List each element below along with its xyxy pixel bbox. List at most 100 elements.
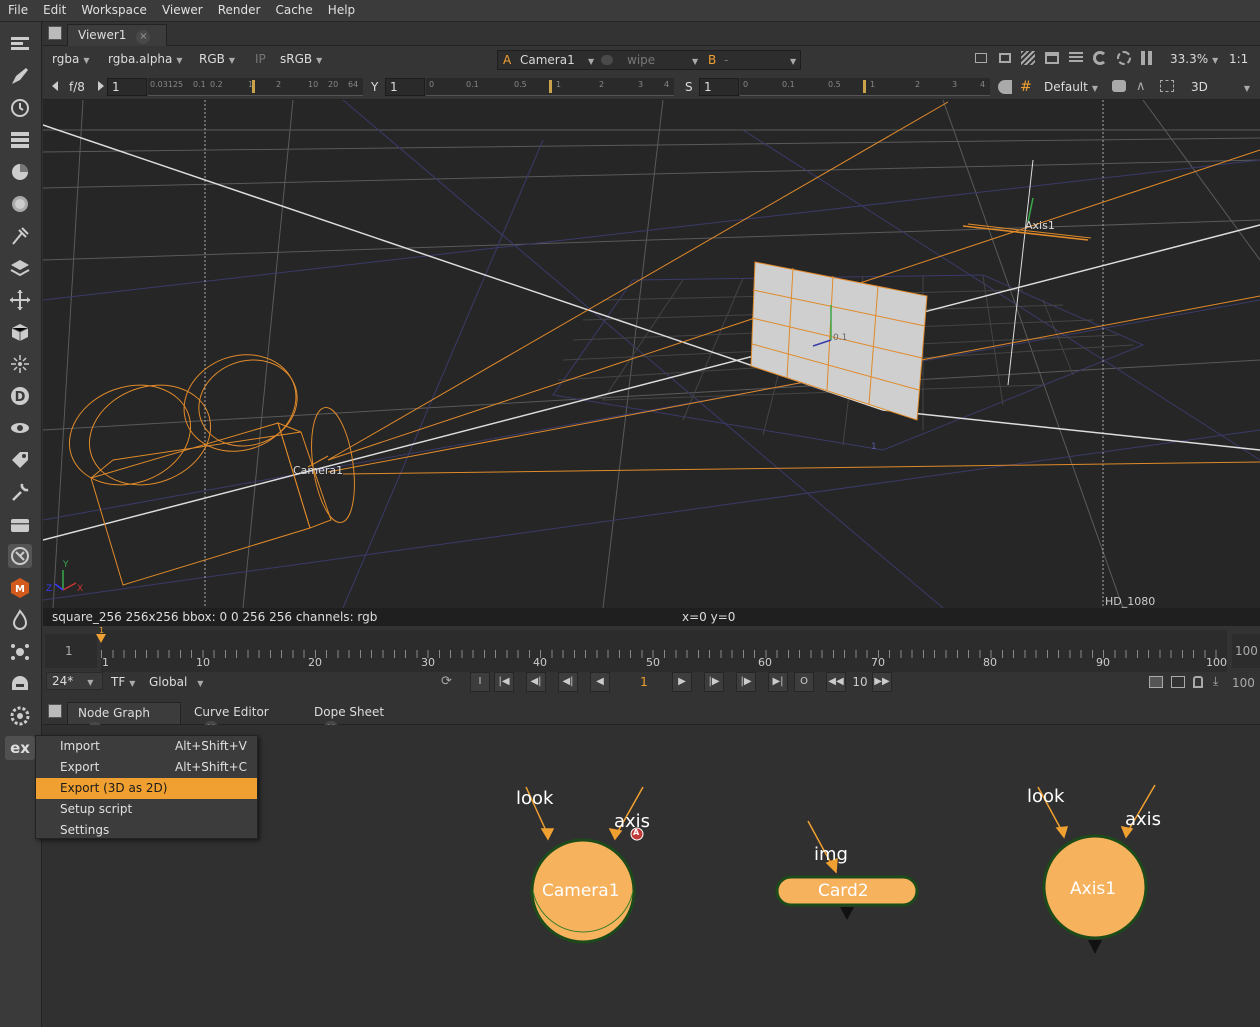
- timeline-slider[interactable]: 1 10 20 30 40 50 60 70 80 90 100 1: [96, 626, 1227, 672]
- capture-icon[interactable]: [1171, 676, 1185, 688]
- menu-help[interactable]: Help: [320, 0, 362, 17]
- fstop-up-icon[interactable]: [98, 81, 104, 91]
- menu-cache[interactable]: Cache: [267, 0, 319, 17]
- input-a-select[interactable]: Camera1: [520, 53, 575, 67]
- input-b-select[interactable]: -: [724, 53, 728, 67]
- fstop-down-icon[interactable]: [52, 81, 58, 91]
- pane-menu-icon[interactable]: [48, 26, 62, 40]
- fire-icon[interactable]: [8, 608, 32, 632]
- time-icon[interactable]: [8, 96, 32, 120]
- menu-edit[interactable]: Edit: [35, 0, 73, 17]
- ex-toolbar-button[interactable]: ex: [5, 736, 35, 760]
- flipbook-icon[interactable]: [1149, 676, 1163, 688]
- play-forward-icon[interactable]: ▶: [672, 672, 692, 692]
- zoom-select[interactable]: 33.3% ▼: [1170, 50, 1218, 70]
- menu-file[interactable]: File: [0, 0, 35, 17]
- start-frame-field[interactable]: 1: [45, 634, 97, 668]
- gamma-slider[interactable]: 0 0.1 0.5 1 2 3 4: [426, 78, 674, 96]
- play-backward-icon[interactable]: ◀: [590, 672, 610, 692]
- curve-icon[interactable]: ∧: [1136, 79, 1146, 94]
- step-back-icon[interactable]: ◀|: [558, 672, 578, 692]
- filter-icon[interactable]: [8, 192, 32, 216]
- saturation-slider[interactable]: 0 0.1 0.5 1 2 3 4: [740, 78, 990, 96]
- colorspace-select[interactable]: sRGB ▼: [280, 50, 322, 70]
- menu-item-settings[interactable]: Settings: [36, 820, 257, 841]
- next-keyframe-icon[interactable]: |▶: [736, 672, 756, 692]
- wipe-toggle-icon[interactable]: [601, 55, 613, 65]
- roi-icon[interactable]: [975, 53, 987, 63]
- m-plugin-icon[interactable]: M: [8, 576, 32, 600]
- channel-icon[interactable]: [8, 128, 32, 152]
- saturation-input[interactable]: 1: [699, 78, 739, 96]
- furnace-icon[interactable]: [8, 544, 32, 568]
- merge-icon[interactable]: [8, 256, 32, 280]
- viewer-3d-viewport[interactable]: Camera1 Axis1 0.1 1 HD_1080 Y X Z: [43, 100, 1260, 608]
- zebra-icon[interactable]: [1021, 51, 1035, 65]
- out-point-button[interactable]: O: [794, 672, 814, 692]
- pane-menu-icon[interactable]: [48, 704, 62, 718]
- skip-forward-icon[interactable]: ▶▶: [872, 672, 892, 692]
- wipe-select[interactable]: wipe: [627, 53, 655, 67]
- close-icon[interactable]: ×: [136, 30, 151, 44]
- other-icon[interactable]: [8, 512, 32, 536]
- camera-icon[interactable]: [1112, 80, 1126, 92]
- menu-viewer[interactable]: Viewer: [154, 0, 210, 17]
- fps-select[interactable]: 24* ▼: [46, 672, 103, 690]
- helmet-icon[interactable]: [8, 672, 32, 696]
- tab-node-graph[interactable]: Node Graph×: [67, 702, 181, 736]
- tab-curve-editor[interactable]: Curve Editor×: [184, 702, 298, 735]
- prev-keyframe-icon[interactable]: ◀|: [526, 672, 546, 692]
- pause-icon[interactable]: [1141, 51, 1145, 65]
- views-icon[interactable]: [8, 416, 32, 440]
- menu-item-export-3d-as-2d[interactable]: Export (3D as 2D): [36, 778, 257, 799]
- toolsets-icon[interactable]: [8, 480, 32, 504]
- transform-icon[interactable]: [8, 288, 32, 312]
- step-forward-icon[interactable]: |▶: [704, 672, 724, 692]
- in-point-button[interactable]: I: [470, 672, 490, 692]
- gain-slider-handle[interactable]: [252, 80, 255, 93]
- color-icon[interactable]: [8, 160, 32, 184]
- tab-dope-sheet[interactable]: Dope Sheet×: [304, 702, 414, 735]
- tf-select[interactable]: TF ▼: [111, 673, 135, 693]
- proxy-icon[interactable]: ⤓: [1213, 674, 1218, 689]
- ratio-select[interactable]: 1:1: [1229, 50, 1248, 70]
- last-frame-icon[interactable]: ▶|: [768, 672, 788, 692]
- gain-slider[interactable]: 0.03125 0.1 0.2 1 2 10 20 64: [148, 78, 363, 96]
- lock-icon[interactable]: [1193, 676, 1203, 688]
- list-icon[interactable]: [1069, 52, 1083, 64]
- gear-icon[interactable]: [1117, 51, 1131, 65]
- particles-icon[interactable]: [8, 352, 32, 376]
- menu-item-setup-script[interactable]: Setup script: [36, 799, 257, 820]
- saturation-slider-handle[interactable]: [863, 80, 866, 93]
- loop-icon[interactable]: ⟳: [441, 674, 452, 689]
- display-select[interactable]: RGB ▼: [199, 50, 235, 70]
- menu-item-export[interactable]: Export Alt+Shift+C: [36, 757, 257, 778]
- lut-select[interactable]: Default ▼: [1044, 78, 1098, 98]
- playhead[interactable]: [96, 634, 106, 643]
- 3d-icon[interactable]: [8, 320, 32, 344]
- menu-item-import[interactable]: Import Alt+Shift+V: [36, 736, 257, 757]
- alpha-select[interactable]: rgba.alpha ▼: [108, 50, 183, 70]
- splat-icon[interactable]: [8, 640, 32, 664]
- ip-toggle[interactable]: IP: [255, 50, 266, 70]
- gamma-slider-handle[interactable]: [549, 80, 552, 93]
- gain-input[interactable]: 1: [107, 78, 147, 96]
- end-frame-field[interactable]: 100: [1232, 634, 1260, 668]
- first-frame-icon[interactable]: |◀: [494, 672, 514, 692]
- view-mode-select[interactable]: 3D ▼: [1191, 78, 1251, 98]
- gamma-input[interactable]: 1: [385, 78, 425, 96]
- range-select[interactable]: Global ▼: [149, 673, 203, 693]
- image-icon[interactable]: [8, 32, 32, 56]
- camera1-geometry[interactable]: [55, 339, 361, 586]
- draw-icon[interactable]: [8, 64, 32, 88]
- keyer-icon[interactable]: [8, 224, 32, 248]
- menu-render[interactable]: Render: [210, 0, 268, 17]
- skip-back-icon[interactable]: ◀◀: [826, 672, 846, 692]
- window-icon[interactable]: [1045, 52, 1059, 64]
- increment-field[interactable]: 10: [848, 672, 872, 692]
- channels-select[interactable]: rgba ▼: [52, 50, 89, 70]
- current-frame-field[interactable]: 1: [622, 672, 666, 692]
- tab-viewer1[interactable]: Viewer1 ×: [67, 24, 167, 46]
- selection-icon[interactable]: [1160, 80, 1174, 92]
- gear-icon[interactable]: [8, 704, 32, 728]
